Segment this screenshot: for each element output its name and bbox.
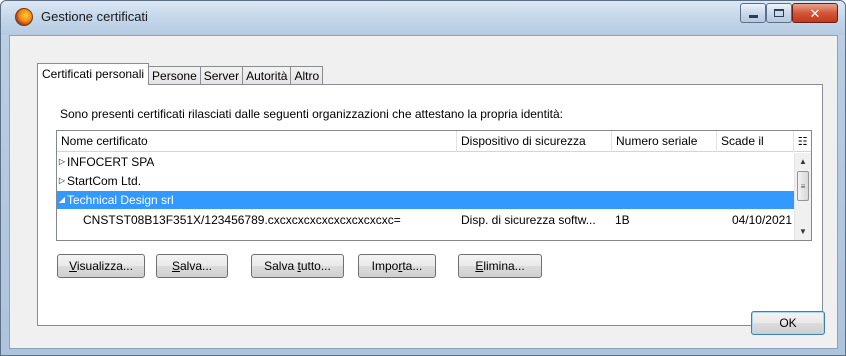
tree-row-group[interactable]: ▷ INFOCERT SPA [57, 153, 794, 171]
label-part: ta... [402, 259, 423, 273]
row-name: StartCom Ltd. [67, 174, 142, 188]
label-part: limina... [483, 259, 525, 273]
collapsed-twisty-icon[interactable]: ▷ [57, 172, 67, 190]
label-part: isualizza... [76, 259, 133, 273]
tree-row-group[interactable]: ▷ StartCom Ltd. [57, 172, 794, 190]
label-part: Impo [371, 259, 399, 273]
scroll-thumb[interactable]: ≡ [797, 171, 809, 201]
certificate-name: CNSTST08B13F351X/123456789.cxcxcxcxcxcxc… [83, 213, 401, 227]
close-button[interactable]: ✕ [792, 3, 838, 23]
column-picker-icon[interactable]: ☷ [794, 131, 811, 152]
tab-people[interactable]: Persone [148, 66, 201, 85]
accesskey: V [69, 259, 77, 273]
column-header-serial[interactable]: Numero seriale [612, 131, 717, 152]
expanded-twisty-icon[interactable]: ◢ [57, 191, 67, 209]
tab-other[interactable]: Altro [290, 66, 324, 85]
collapsed-twisty-icon[interactable]: ▷ [57, 153, 67, 171]
tab-servers[interactable]: Server [199, 66, 244, 85]
tab-strip: Certificati personali Persone Server Aut… [37, 63, 324, 85]
certificate-serial: 1B [615, 213, 630, 227]
row-name: Technical Design srl [67, 193, 174, 207]
view-button[interactable]: Visualizza... [57, 254, 145, 278]
intro-text: Sono presenti certificati rilasciati dal… [60, 107, 563, 121]
scroll-up-icon[interactable]: ▲ [795, 153, 811, 170]
delete-button[interactable]: Elimina... [458, 254, 542, 278]
certificate-expiry: 04/10/2021 [731, 213, 792, 227]
certificate-device: Disp. di sicurezza softw... [461, 213, 596, 227]
column-header-name[interactable]: Nome certificato [57, 131, 457, 152]
tree-scrollbar[interactable]: ▲ ≡ ▼ [794, 153, 811, 240]
close-icon: ✕ [809, 5, 821, 21]
window-title: Gestione certificati [41, 9, 148, 24]
title-bar[interactable]: Gestione certificati ✕ [1, 1, 845, 35]
tab-panel: Sono presenti certificati rilasciati dal… [37, 84, 823, 326]
column-header-device[interactable]: Dispositivo di sicurezza [457, 131, 612, 152]
label-part: Salva [264, 259, 298, 273]
tree-row-certificate[interactable]: CNSTST08B13F351X/123456789.cxcxcxcxcxcxc… [57, 211, 794, 229]
save-all-button[interactable]: Salva tutto... [251, 254, 344, 278]
tab-authorities[interactable]: Autorità [242, 66, 292, 85]
import-button[interactable]: Importa... [358, 254, 436, 278]
certificate-manager-window: Gestione certificati ✕ Certificati perso… [0, 0, 846, 356]
tab-personal-certificates[interactable]: Certificati personali [37, 63, 150, 85]
firefox-icon [15, 8, 33, 26]
ok-label: OK [779, 316, 797, 330]
accesskey: S [171, 259, 180, 273]
column-header-expires[interactable]: Scade il [717, 131, 794, 152]
scroll-down-icon[interactable]: ▼ [795, 223, 811, 240]
dialog-client-area: Certificati personali Persone Server Aut… [9, 35, 838, 349]
maximize-icon [774, 9, 784, 17]
maximize-button[interactable] [766, 3, 792, 23]
label-part: alva... [180, 259, 213, 273]
tree-row-group-selected[interactable]: ◢ Technical Design srl [57, 191, 794, 209]
save-button[interactable]: Salva... [156, 254, 228, 278]
ok-button[interactable]: OK [751, 311, 825, 335]
label-part: utto... [300, 259, 331, 273]
tree-header: Nome certificato Dispositivo di sicurezz… [57, 131, 811, 152]
tree-rows: ▷ INFOCERT SPA ▷ StartCom Ltd. ◢ Technical … [57, 153, 794, 240]
minimize-icon [748, 14, 758, 18]
row-name: INFOCERT SPA [67, 155, 155, 169]
minimize-button[interactable] [740, 3, 766, 23]
certificate-tree[interactable]: Nome certificato Dispositivo di sicurezz… [56, 130, 812, 241]
